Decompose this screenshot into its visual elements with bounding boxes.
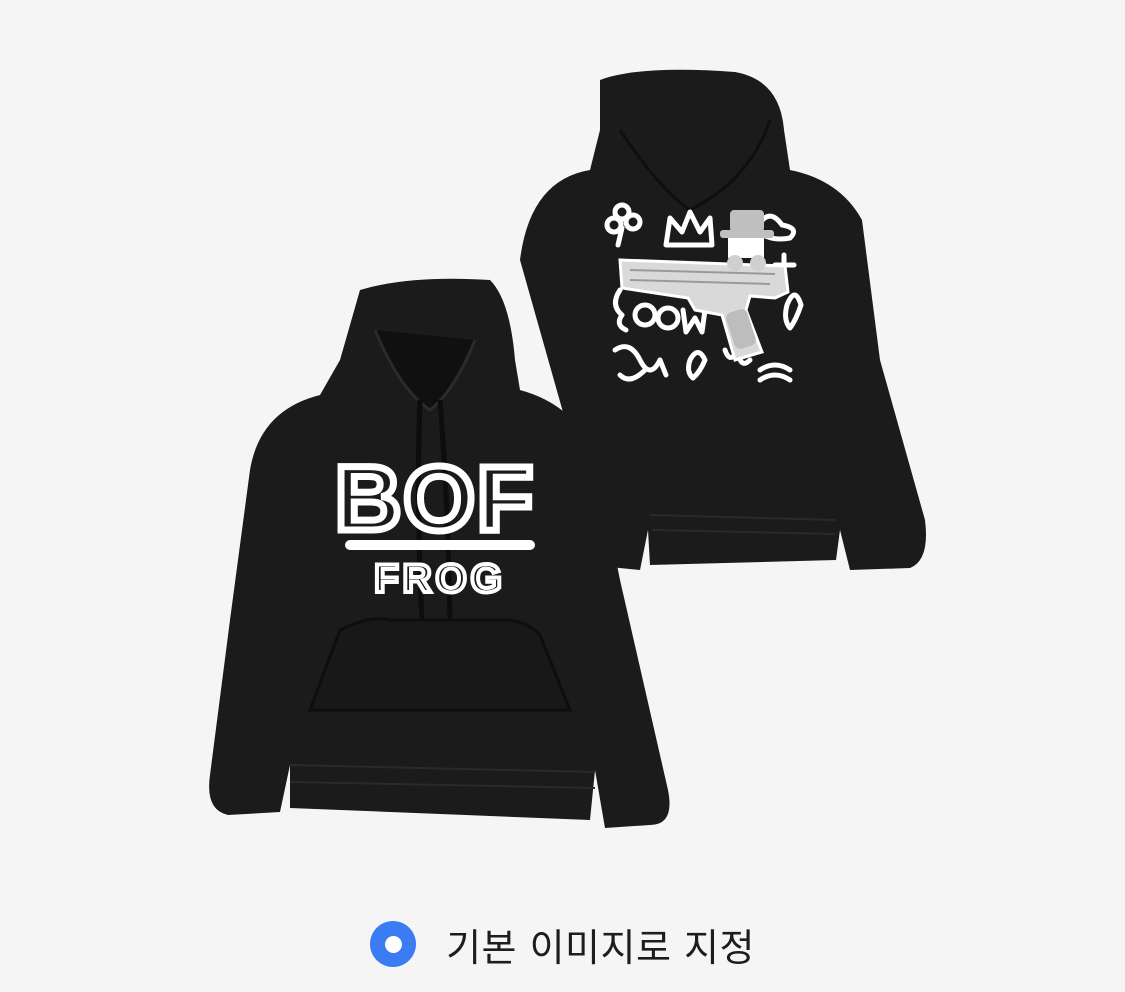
product-image: BOF FROG xyxy=(209,69,926,828)
front-print-underline xyxy=(345,540,535,550)
radio-selected-dot xyxy=(384,935,402,953)
default-image-label[interactable]: 기본 이미지로 지정 xyxy=(446,917,755,972)
default-image-radio[interactable] xyxy=(370,921,417,967)
default-image-option[interactable]: 기본 이미지로 지정 xyxy=(0,914,1125,974)
front-print-bottom-text: FROG xyxy=(374,557,506,601)
front-print-top-text: BOF xyxy=(335,448,535,550)
